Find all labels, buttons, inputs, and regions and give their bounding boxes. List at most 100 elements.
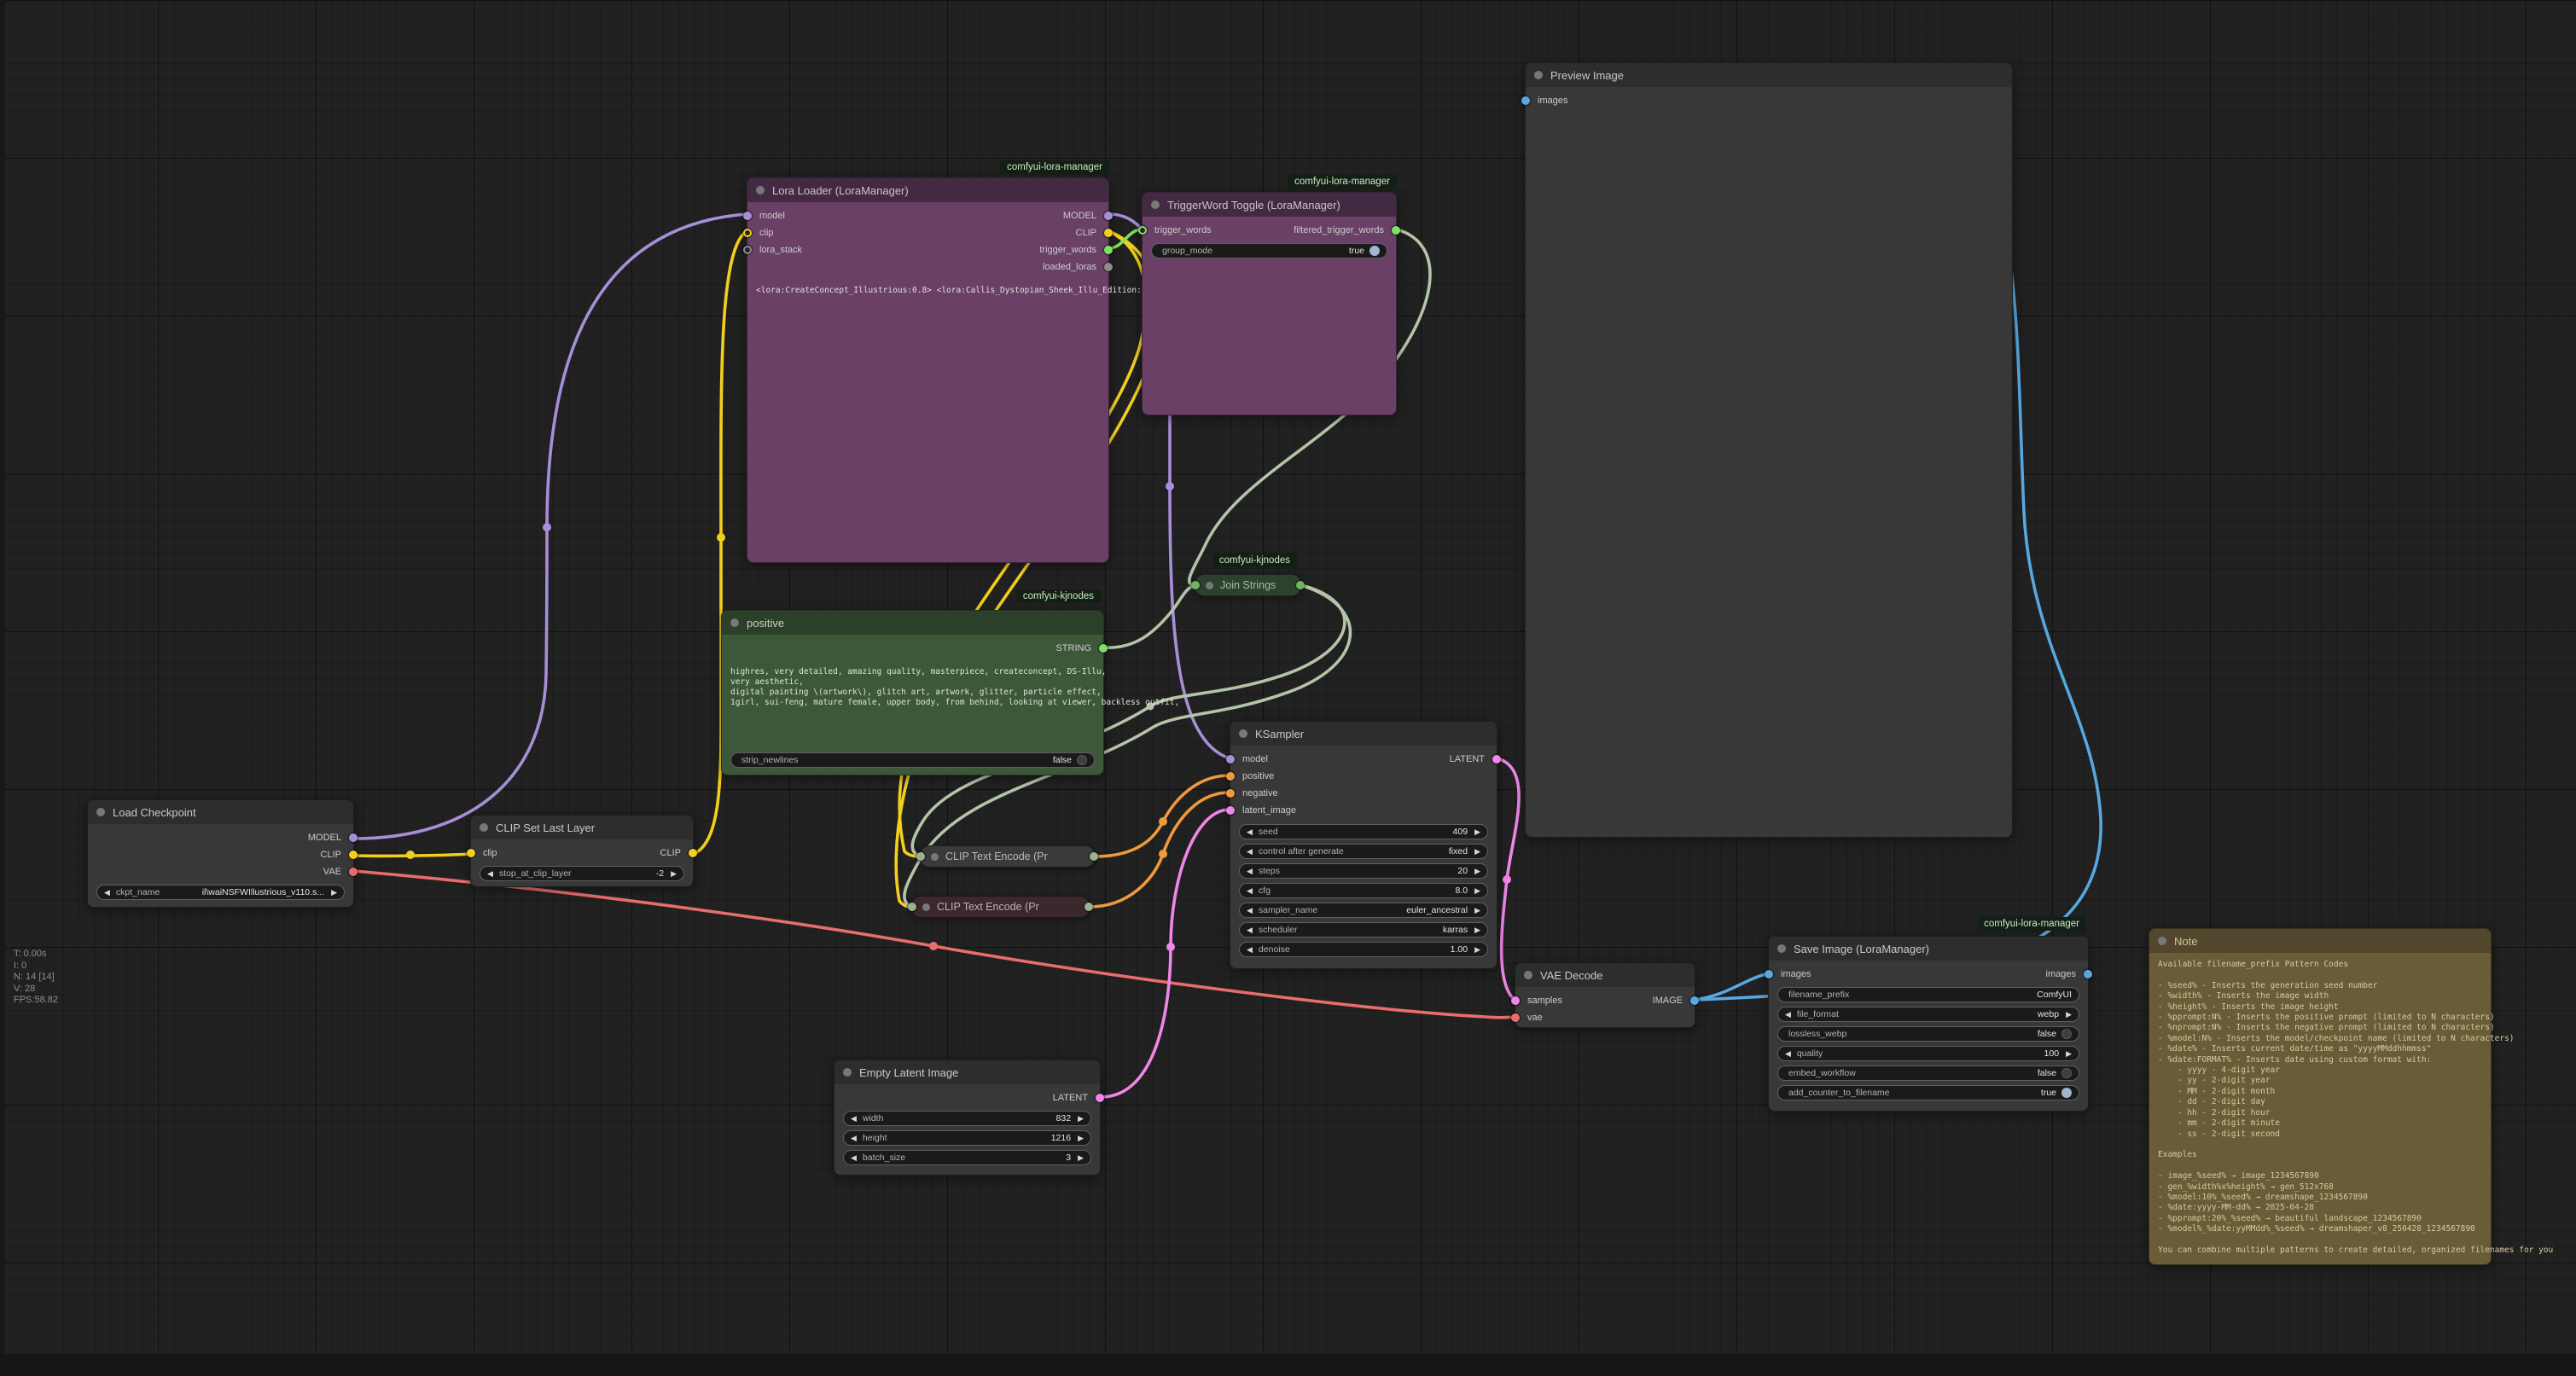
collapse-dot-icon[interactable]	[730, 618, 739, 627]
node-title-bar[interactable]: Preview Image	[1526, 63, 2012, 87]
clip-port[interactable]	[467, 849, 475, 857]
collapse-dot-icon[interactable]	[922, 903, 930, 911]
widget-cfg[interactable]: ◀cfg8.0▶	[1239, 883, 1488, 898]
latent-port[interactable]	[1226, 806, 1235, 815]
decrement-arrow-icon[interactable]: ◀	[1247, 926, 1253, 934]
collapse-dot-icon[interactable]	[1524, 971, 1532, 979]
node-title-bar[interactable]: VAE Decode	[1515, 963, 1695, 987]
latent-port[interactable]	[1096, 1094, 1104, 1102]
node-clip-set-last-layer[interactable]: CLIP Set Last Layer clipCLIP ◀stop_at_cl…	[470, 815, 694, 887]
misc-port[interactable]	[1104, 263, 1113, 271]
widget-embed-workflow[interactable]: embed_workflowfalse	[1777, 1065, 2079, 1081]
node-clip-text-encode-positive[interactable]: CLIP Text Encode (Pr	[920, 845, 1095, 868]
clip-port[interactable]	[916, 852, 925, 861]
toggle-dot-icon[interactable]	[2061, 1068, 2072, 1078]
string-port[interactable]	[1104, 246, 1113, 254]
increment-arrow-icon[interactable]: ▶	[2066, 1050, 2072, 1058]
latent-port[interactable]	[1492, 755, 1501, 763]
toggle-dot-icon[interactable]	[1077, 755, 1087, 765]
model-port[interactable]	[1104, 212, 1113, 220]
decrement-arrow-icon[interactable]: ◀	[487, 870, 493, 878]
collapse-dot-icon[interactable]	[1777, 944, 1786, 953]
decrement-arrow-icon[interactable]: ◀	[1247, 887, 1253, 895]
widget-denoise[interactable]: ◀denoise1.00▶	[1239, 942, 1488, 957]
misc-port[interactable]	[743, 246, 752, 254]
decrement-arrow-icon[interactable]: ◀	[1247, 946, 1253, 954]
widget-batch-size[interactable]: ◀batch_size3▶	[843, 1150, 1091, 1165]
decrement-arrow-icon[interactable]: ◀	[1785, 1011, 1791, 1019]
increment-arrow-icon[interactable]: ▶	[1474, 828, 1480, 836]
increment-arrow-icon[interactable]: ▶	[1078, 1154, 1084, 1162]
widget-strip-newlines[interactable]: strip_newlinesfalse	[730, 752, 1095, 768]
decrement-arrow-icon[interactable]: ◀	[1247, 848, 1253, 856]
collapse-dot-icon[interactable]	[1239, 729, 1247, 738]
image-port[interactable]	[1765, 970, 1773, 978]
prompt-text[interactable]: highres, very detailed, amazing quality,…	[730, 667, 1095, 752]
widget-quality[interactable]: ◀quality100▶	[1777, 1046, 2079, 1061]
clip-port[interactable]	[689, 849, 697, 857]
increment-arrow-icon[interactable]: ▶	[1474, 887, 1480, 895]
node-empty-latent-image[interactable]: Empty Latent Image LATENT ◀width832▶◀hei…	[834, 1060, 1101, 1176]
conditioning-port[interactable]	[1226, 789, 1235, 798]
collapse-dot-icon[interactable]	[1151, 200, 1160, 209]
increment-arrow-icon[interactable]: ▶	[1078, 1135, 1084, 1142]
node-title-bar[interactable]: TriggerWord Toggle (LoraManager)	[1143, 193, 1396, 217]
clip-port[interactable]	[908, 903, 916, 911]
clip-port[interactable]	[1104, 229, 1113, 237]
widget-file-format[interactable]: ◀file_formatwebp▶	[1777, 1007, 2079, 1022]
collapse-dot-icon[interactable]	[2158, 937, 2166, 945]
widget-stop-at-clip-layer[interactable]: ◀stop_at_clip_layer-2▶	[480, 866, 684, 881]
string-port[interactable]	[1138, 226, 1147, 235]
note-text[interactable]: Available filename_prefix Pattern Codes …	[2158, 960, 2482, 1256]
image-port[interactable]	[1521, 96, 1530, 105]
node-title-bar[interactable]: positive	[722, 611, 1103, 635]
increment-arrow-icon[interactable]: ▶	[1078, 1115, 1084, 1123]
decrement-arrow-icon[interactable]: ◀	[1247, 907, 1253, 914]
decrement-arrow-icon[interactable]: ◀	[851, 1154, 857, 1162]
increment-arrow-icon[interactable]: ▶	[1474, 868, 1480, 875]
toggle-dot-icon[interactable]	[1369, 246, 1380, 256]
collapse-dot-icon[interactable]	[480, 823, 488, 832]
vae-port[interactable]	[1511, 1013, 1520, 1022]
latent-port[interactable]	[1511, 996, 1520, 1005]
model-port[interactable]	[349, 833, 358, 842]
image-port[interactable]	[1690, 996, 1699, 1005]
clip-port[interactable]	[349, 851, 358, 859]
node-title-bar[interactable]: Load Checkpoint	[88, 800, 353, 824]
vae-port[interactable]	[349, 868, 358, 876]
widget-ckpt-name[interactable]: ◀ckpt_nameil\waiNSFWIllustrious_v110.s..…	[96, 885, 345, 900]
toggle-dot-icon[interactable]	[2061, 1029, 2072, 1039]
conditioning-port[interactable]	[1084, 903, 1093, 911]
node-title-bar[interactable]: Empty Latent Image	[834, 1060, 1100, 1084]
conditioning-port[interactable]	[1226, 772, 1235, 781]
increment-arrow-icon[interactable]: ▶	[2066, 1011, 2072, 1019]
node-title-bar[interactable]: Lora Loader (LoraManager)	[747, 178, 1108, 202]
node-note[interactable]: Note Available filename_prefix Pattern C…	[2149, 928, 2492, 1265]
widget-control-after-generate[interactable]: ◀control after generatefixed▶	[1239, 844, 1488, 859]
widget-seed[interactable]: ◀seed409▶	[1239, 824, 1488, 839]
decrement-arrow-icon[interactable]: ◀	[1247, 868, 1253, 875]
increment-arrow-icon[interactable]: ▶	[1474, 946, 1480, 954]
string-port[interactable]	[1099, 644, 1108, 653]
node-title-bar[interactable]: Save Image (LoraManager)	[1769, 937, 2088, 961]
collapse-dot-icon[interactable]	[96, 808, 105, 816]
collapse-dot-icon[interactable]	[756, 186, 765, 194]
widget-add-counter-to-filename[interactable]: add_counter_to_filenametrue	[1777, 1085, 2079, 1100]
node-load-checkpoint[interactable]: Load Checkpoint MODELCLIPVAE ◀ckpt_namei…	[87, 799, 354, 908]
widget-width[interactable]: ◀width832▶	[843, 1111, 1091, 1126]
increment-arrow-icon[interactable]: ▶	[331, 889, 337, 897]
increment-arrow-icon[interactable]: ▶	[671, 870, 677, 878]
node-preview-image[interactable]: Preview Image images	[1525, 62, 2013, 838]
increment-arrow-icon[interactable]: ▶	[1474, 926, 1480, 934]
node-clip-text-encode-negative[interactable]: CLIP Text Encode (Pr	[911, 896, 1090, 918]
node-lora-loader[interactable]: Lora Loader (LoraManager) modelMODELclip…	[747, 177, 1109, 563]
widget-sampler-name[interactable]: ◀sampler_nameeuler_ancestral▶	[1239, 903, 1488, 918]
toggle-dot-icon[interactable]	[2061, 1088, 2072, 1098]
image-port[interactable]	[2084, 970, 2092, 978]
model-port[interactable]	[743, 212, 752, 220]
widget-steps[interactable]: ◀steps20▶	[1239, 863, 1488, 879]
widget-height[interactable]: ◀height1216▶	[843, 1130, 1091, 1146]
model-port[interactable]	[1226, 755, 1235, 763]
widget-scheduler[interactable]: ◀schedulerkarras▶	[1239, 922, 1488, 938]
decrement-arrow-icon[interactable]: ◀	[851, 1115, 857, 1123]
